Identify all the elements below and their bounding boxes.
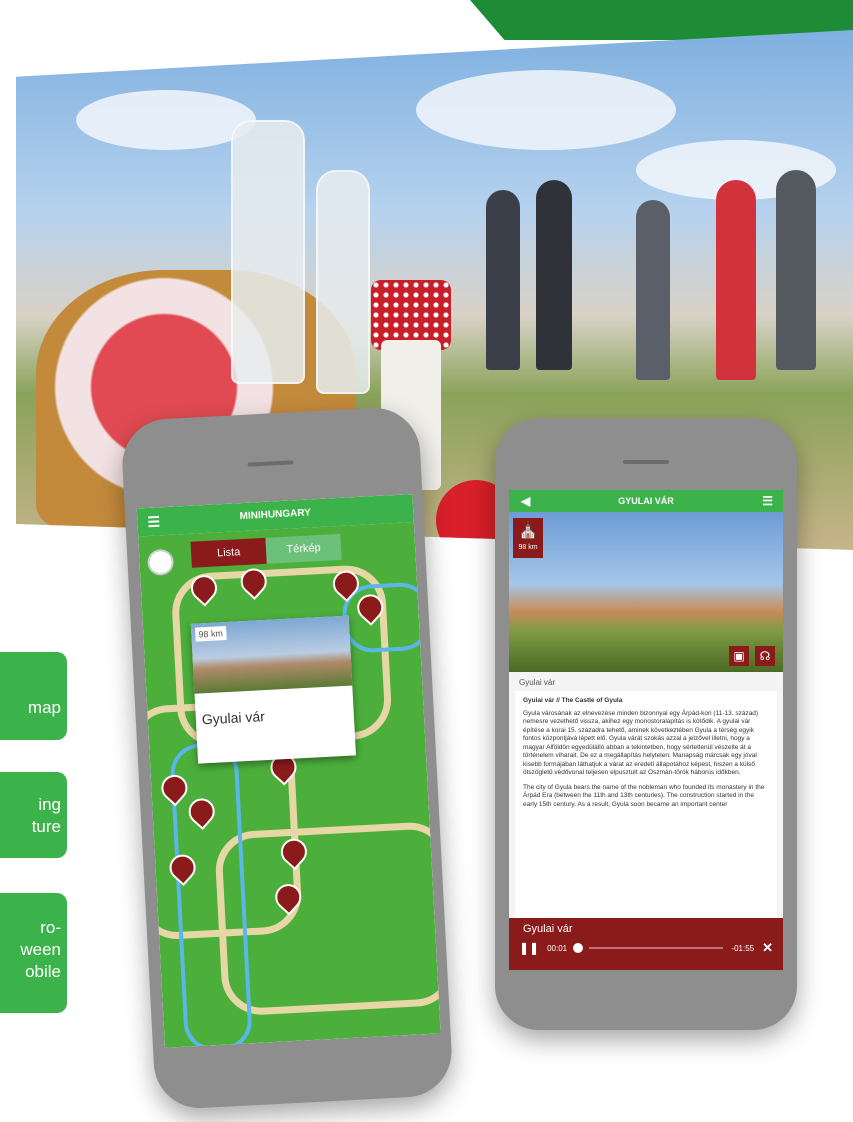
menu-icon[interactable]: ☰: [762, 490, 773, 512]
side-tab[interactable]: map: [0, 652, 67, 740]
player-title: Gyulai vár: [523, 923, 573, 935]
cloud: [416, 70, 676, 150]
cloud: [76, 90, 256, 150]
time-remaining: -01:55: [731, 943, 755, 953]
side-tab-label: ro- ween obile: [20, 918, 61, 981]
seek-bar[interactable]: [589, 947, 724, 949]
glass-bottle: [316, 170, 370, 394]
castle-photo: 98 km: [190, 615, 353, 694]
app-header: ◀ GYULAI VÁR ☰: [509, 490, 783, 512]
headphones-icon[interactable]: ☊: [755, 646, 775, 666]
person: [536, 180, 572, 370]
side-tab-label: map: [27, 698, 61, 717]
phone-speaker: [623, 460, 669, 464]
map-view[interactable]: Lista Térkép 98 km Gyulai vár: [136, 522, 441, 1048]
person: [636, 200, 670, 380]
location-title: Gyulai vár: [201, 708, 266, 728]
seek-handle[interactable]: [573, 943, 584, 953]
app-title: MINIHUNGARY: [239, 507, 312, 523]
phone-speaker: [247, 460, 294, 467]
pause-icon[interactable]: ❚❚: [519, 941, 539, 955]
gallery-icon[interactable]: ▣: [729, 646, 749, 666]
time-elapsed: 00:01: [547, 943, 568, 953]
tab-list[interactable]: Lista: [190, 537, 267, 568]
distance-badge: 98 km: [195, 626, 227, 642]
category-badge: ⛪ 98 km: [513, 518, 543, 558]
paragraph-en: The city of Gyula bears the name of the …: [523, 783, 765, 808]
glass-bottle: [231, 120, 305, 384]
phone-left-screen: ☰ MINIHUNGARY Lista Térkép 98 km Gyulai …: [136, 494, 441, 1048]
side-tab[interactable]: ro- ween obile: [0, 893, 67, 1013]
phone-right: ◀ GYULAI VÁR ☰ ⛪ 98 km ▣ ☊ Gyulai vár Gy…: [495, 418, 797, 1030]
location-card[interactable]: 98 km Gyulai vár: [190, 615, 356, 764]
audio-player: Gyulai vár ❚❚ 00:01 -01:55 ✕: [509, 918, 783, 970]
phone-right-screen: ◀ GYULAI VÁR ☰ ⛪ 98 km ▣ ☊ Gyulai vár Gy…: [509, 490, 783, 970]
church-icon: ⛪: [518, 522, 538, 539]
compass-icon[interactable]: [146, 548, 175, 577]
distance-badge: 98 km: [518, 544, 538, 551]
person: [716, 180, 756, 380]
person: [776, 170, 816, 370]
view-toggle: Lista Térkép: [190, 533, 342, 568]
close-icon[interactable]: ✕: [762, 940, 773, 956]
person: [486, 190, 520, 370]
back-arrow-icon[interactable]: ◀: [521, 490, 530, 512]
menu-icon[interactable]: ☰: [147, 507, 161, 536]
side-tab[interactable]: ing ture: [0, 772, 67, 858]
tab-map[interactable]: Térkép: [265, 533, 342, 564]
phone-left: ☰ MINIHUNGARY Lista Térkép 98 km Gyulai …: [120, 405, 454, 1111]
article-title: Gyulai vár // The Castle of Gyula: [523, 697, 623, 704]
paragraph-hu: Gyula városának az elnevezése minden biz…: [523, 709, 759, 777]
side-tab-label: ing ture: [31, 795, 61, 836]
page-title: GYULAI VÁR: [618, 496, 674, 506]
location-subtitle: Gyulai vár: [519, 678, 556, 687]
castle-hero-image: ⛪ 98 km ▣ ☊: [509, 512, 783, 672]
